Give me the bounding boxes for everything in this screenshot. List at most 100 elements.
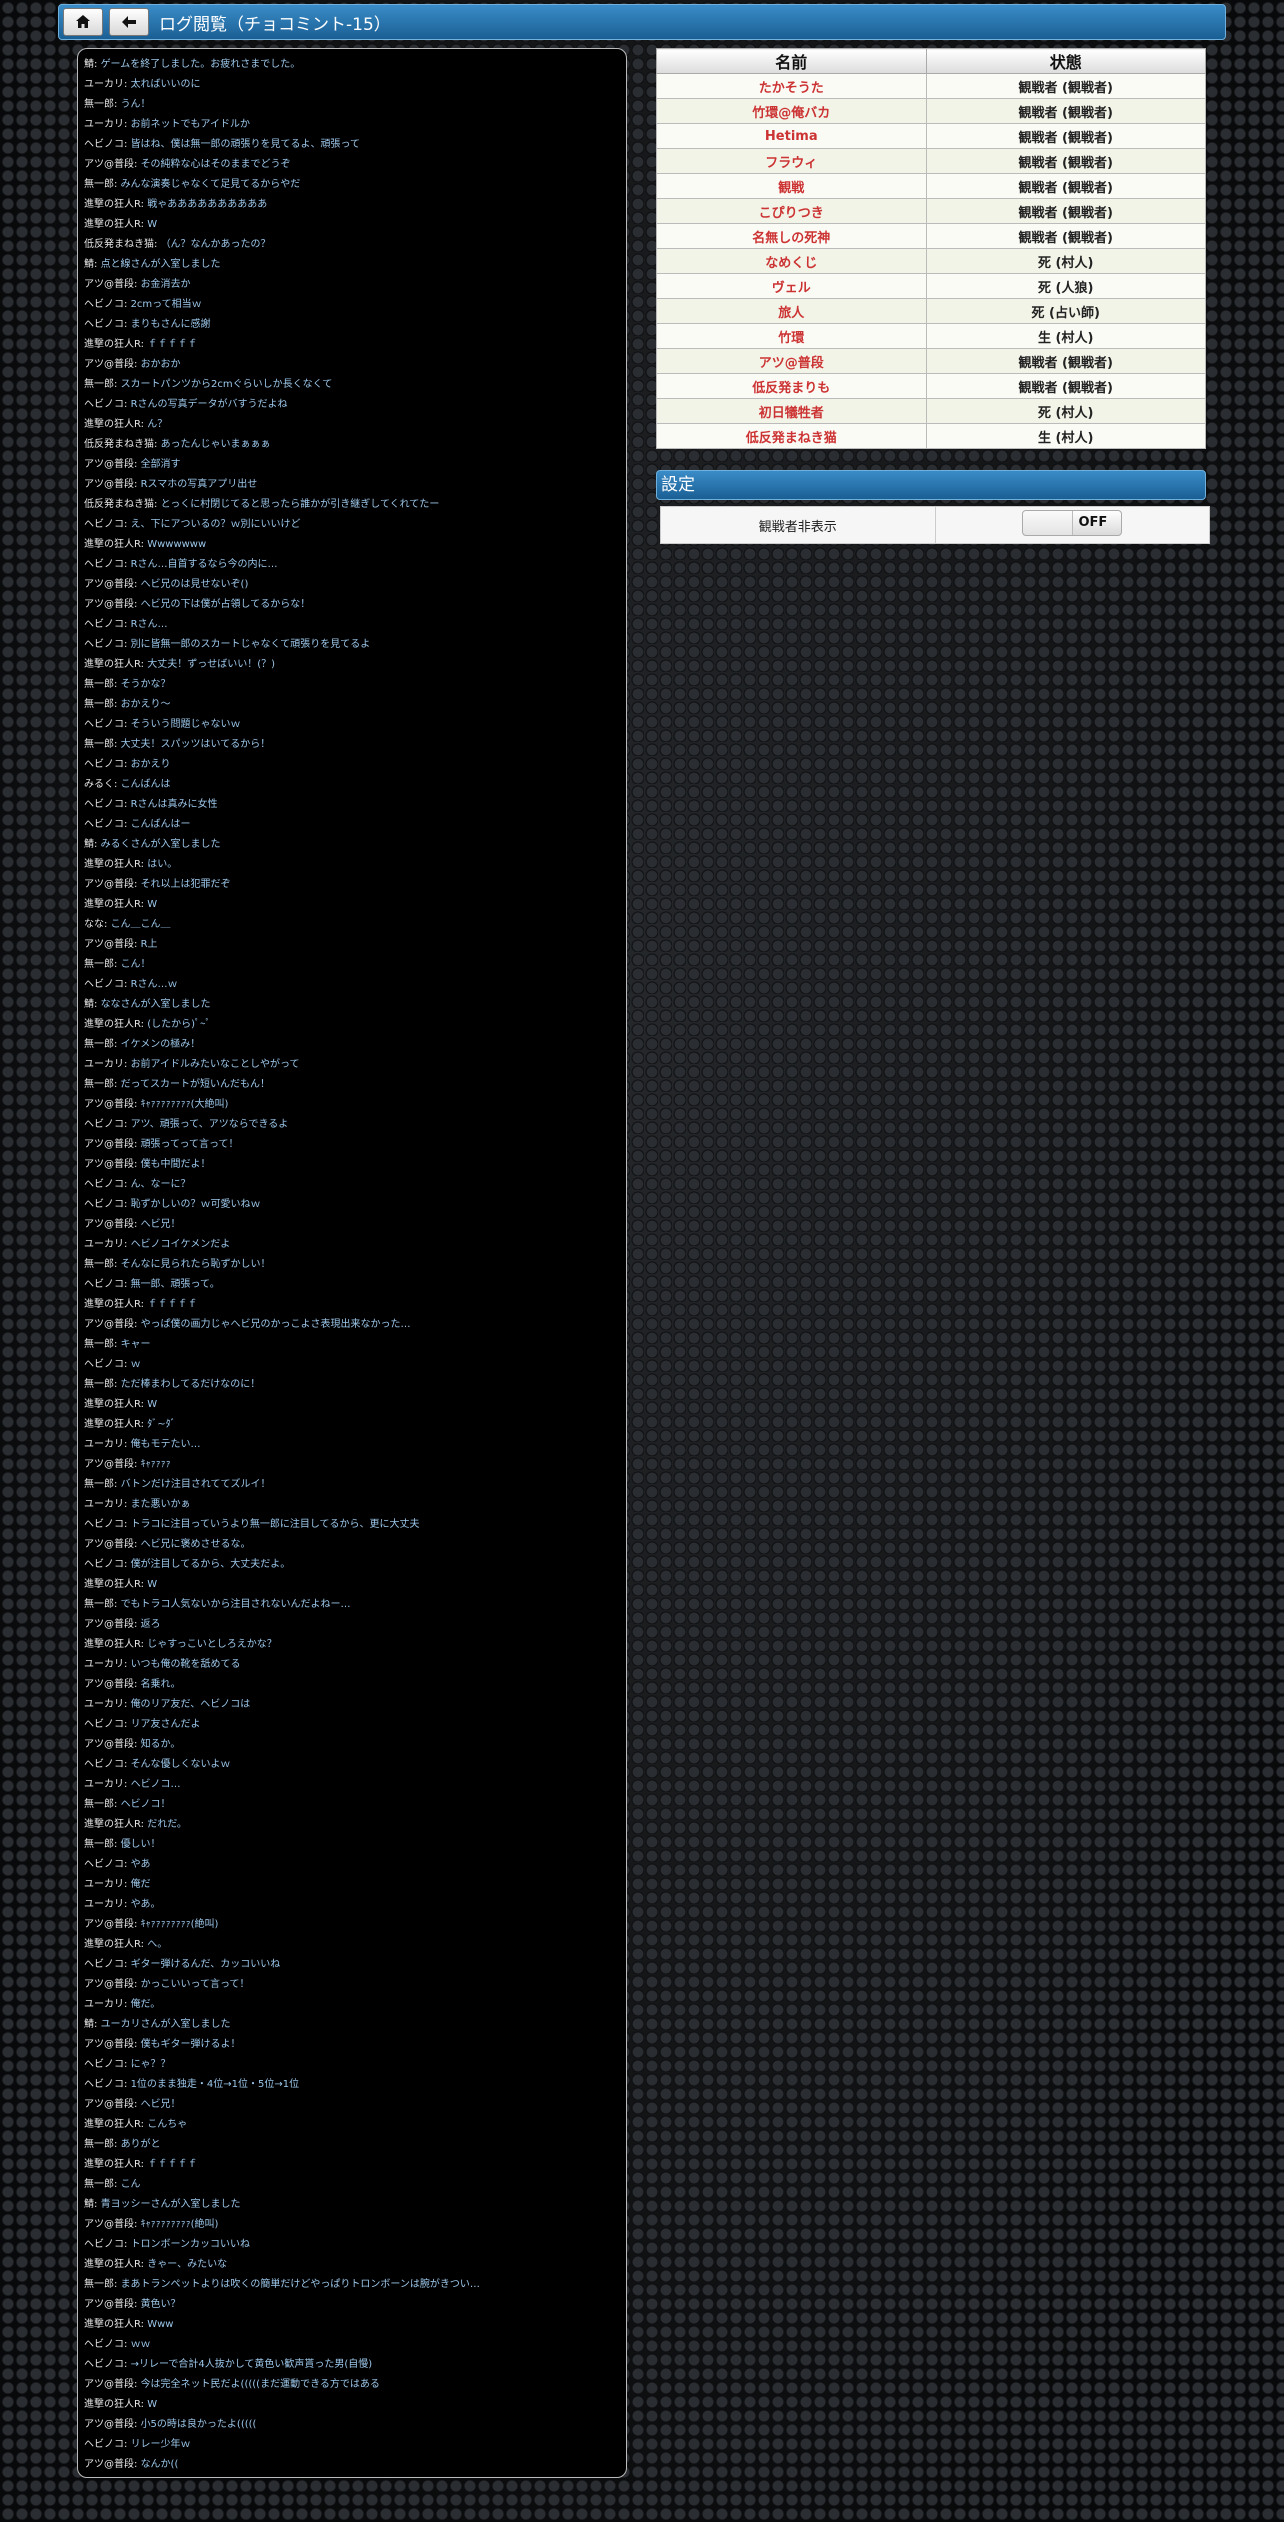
log-speaker: ヘビノコ [84, 2439, 124, 2450]
log-line: 無一郎: でもトラコ人気ないから注目されないんだよねー… [84, 1595, 620, 1615]
log-speaker: ユーカリ [84, 1779, 124, 1790]
log-message: 点と線さんが入室しました [100, 259, 221, 270]
log-message: (したから)ﾟ~ﾟ [147, 1019, 211, 1030]
log-message: 太ればいいのに [130, 79, 201, 90]
log-line: ヘビノコ: そんな優しくないよｗ [84, 1755, 620, 1775]
hide-spectators-toggle[interactable]: OFF [1022, 510, 1123, 536]
log-speaker: 無一郎 [84, 1839, 114, 1850]
log-line: ヘビノコ: ｗ [84, 1355, 620, 1375]
log-line: 進撃の狂人R: じゃすっこいとしろえかな？ [84, 1635, 620, 1655]
log-speaker: ヘビノコ [84, 299, 124, 310]
log-speaker: 進撃の狂人R [84, 199, 141, 210]
log-line: ヘビノコ: 1位のまま独走・4位→1位・5位→1位 [84, 2075, 620, 2095]
log-message: R上 [140, 939, 158, 950]
log-line: ヘビノコ: にゃ？？ [84, 2055, 620, 2075]
log-message: トラコに注目っていうより無一郎に注目してるから、更に大丈夫 [130, 1519, 420, 1530]
log-message: 黄色い？ [140, 2299, 181, 2310]
log-speaker: 鯖 [84, 839, 94, 850]
log-line: アツ@普段: 頑張ってって言って！ [84, 1135, 620, 1155]
log-message: 俺だ [130, 1879, 151, 1890]
log-line: ユーカリ: いつも俺の靴を舐めてる [84, 1655, 620, 1675]
log-speaker: 進撃の狂人R [84, 1579, 141, 1590]
log-message: 2cmって相当ｗ [130, 299, 202, 310]
player-row: ヴェル死 (人狼) [656, 273, 1206, 299]
player-status: 死 (人狼) [925, 273, 1206, 299]
log-message: ｆｆｆｆｆ [147, 2159, 198, 2170]
log-line: 無一郎: 優しい！ [84, 1835, 620, 1855]
log-line: 進撃の狂人R: 戦ゃああああああああああ [84, 195, 620, 215]
player-name: 観戦 [656, 173, 927, 199]
log-speaker: ヘビノコ [84, 399, 124, 410]
log-speaker: 進撃の狂人R [84, 1019, 141, 1030]
log-line: 進撃の狂人R: ｆｆｆｆｆ [84, 335, 620, 355]
log-message: 名乗れ。 [140, 1679, 181, 1690]
log-message: お金消去か [140, 279, 191, 290]
log-speaker: ヘビノコ [84, 819, 124, 830]
player-name: たかそうた [656, 73, 927, 99]
log-speaker: アツ@普段 [84, 2099, 134, 2110]
player-row: 竹環@俺バカ 観戦者 (観戦者) [656, 98, 1206, 124]
log-speaker: ヘビノコ [84, 619, 124, 630]
log-line: ヘビノコ: Rさん…自首するなら今の内に… [84, 555, 620, 575]
log-message: みるくさんが入室しました [100, 839, 221, 850]
log-message: ゲームを終了しました。お疲れさまでした。 [100, 59, 301, 70]
log-speaker: ユーカリ [84, 79, 124, 90]
log-speaker: 進撃の狂人R [84, 2159, 141, 2170]
home-button[interactable] [63, 8, 103, 36]
player-name: ヴェル [656, 273, 927, 299]
back-button[interactable] [109, 8, 149, 36]
player-name: 初日犠牲者 [656, 398, 927, 424]
log-message: イケメンの極み！ [120, 1039, 201, 1050]
player-row: 低反発まねき猫生 (村人) [656, 423, 1206, 449]
log-message: おかえり〜 [120, 699, 171, 710]
log-message: にゃ？？ [130, 2059, 171, 2070]
log-speaker: アツ@普段 [84, 2299, 134, 2310]
log-line: ヘビノコ: Rさんの写真データがバすうだよね [84, 395, 620, 415]
log-line: 鯖: ユーカリさんが入室しました [84, 2015, 620, 2035]
log-speaker: 無一郎 [84, 1479, 114, 1490]
log-speaker: アツ@普段 [84, 1219, 134, 1230]
log-speaker: 無一郎 [84, 1599, 114, 1610]
log-speaker: ヘビノコ [84, 1179, 124, 1190]
log-line: アツ@普段: 今は完全ネット民だよ(((((まだ運動できる方ではある [84, 2375, 620, 2395]
log-speaker: なな [84, 919, 104, 930]
player-row: Hetima 観戦者 (観戦者) [656, 123, 1206, 149]
log-message: あったんじゃいまぁぁぁ [160, 439, 271, 450]
log-message: こんばんはー [130, 819, 191, 830]
log-line: アツ@普段: ｷｬｧｧｧｧｧｧｧｧ(絶叫) [84, 2215, 620, 2235]
log-line: ユーカリ: お前アイドルみたいなことしやがって [84, 1055, 620, 1075]
log-line: 進撃の狂人R: ﾀﾞ~ﾀﾞ [84, 1415, 620, 1435]
log-line: 鯖: 点と線さんが入室しました [84, 255, 620, 275]
log-line: 進撃の狂人R: へ。 [84, 1935, 620, 1955]
log-speaker: 進撃の狂人R [84, 1419, 141, 1430]
log-speaker: 鯖 [84, 259, 94, 270]
log-speaker: 進撃の狂人R [84, 899, 141, 910]
log-line: 無一郎: スカートパンツから2cmぐらいしか長くなくて [84, 375, 620, 395]
log-speaker: アツ@普段 [84, 599, 134, 610]
home-icon [76, 13, 90, 32]
log-speaker: 進撃の狂人R [84, 2319, 141, 2330]
log-message: いつも俺の靴を舐めてる [130, 1659, 241, 1670]
log-speaker: 鯖 [84, 2199, 94, 2210]
player-status: 観戦者 (観戦者) [925, 98, 1206, 124]
player-row: こぴりつき 観戦者 (観戦者) [656, 198, 1206, 224]
log-speaker: アツ@普段 [84, 1459, 134, 1470]
log-line: 無一郎: おかえり〜 [84, 695, 620, 715]
log-speaker: ヘビノコ [84, 1719, 124, 1730]
player-status: 観戦者 (観戦者) [925, 198, 1206, 224]
log-speaker: ヘビノコ [84, 1279, 124, 1290]
log-line: アツ@普段: へビ兄！ [84, 1215, 620, 1235]
log-message: また悪いかぁ [130, 1499, 191, 1510]
log-message: Rさんは真みに女性 [130, 799, 218, 810]
log-speaker: 無一郎 [84, 179, 114, 190]
chat-log-panel[interactable]: 鯖: ゲームを終了しました。お疲れさまでした。 ユーカリ: 太ればいいのに 無一郎:… [77, 48, 627, 2478]
log-message: へビ兄のは見せないぞ() [140, 579, 249, 590]
player-row: 名無しの死神 観戦者 (観戦者) [656, 223, 1206, 249]
log-line: 進撃の狂人R: (したから)ﾟ~ﾟ [84, 1015, 620, 1035]
player-name: 竹環@俺バカ [656, 98, 927, 124]
log-message: Rスマホの写真アプリ出せ [140, 479, 258, 490]
log-speaker: ヘビノコ [84, 719, 124, 730]
player-name: なめくじ [656, 248, 927, 274]
log-line: ヘビノコ: こんばんはー [84, 815, 620, 835]
log-speaker: ヘビノコ [84, 139, 124, 150]
